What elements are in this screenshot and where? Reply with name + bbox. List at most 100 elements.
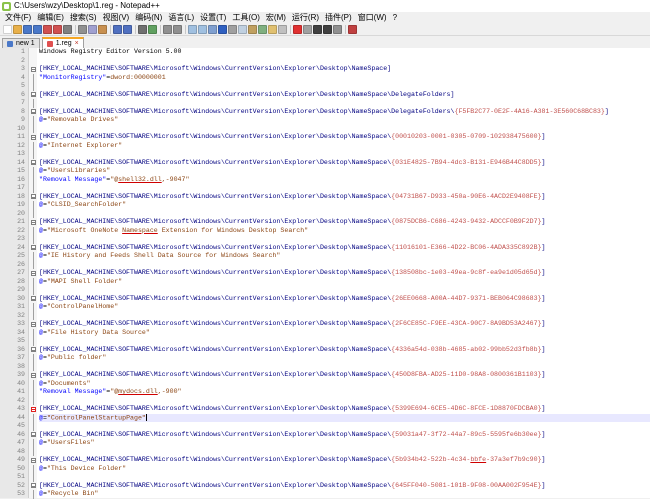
fold-toggle-icon[interactable] [29, 133, 37, 142]
all-chars-icon[interactable] [218, 24, 227, 34]
code-line[interactable]: @="UsersFiles" [39, 439, 650, 448]
menu-plugins[interactable]: 插件(P) [322, 12, 355, 23]
fold-toggle-icon[interactable] [29, 108, 37, 117]
code-line[interactable]: [HKEY_LOCAL_MACHINE\SOFTWARE\Microsoft\W… [39, 431, 650, 440]
play-multiple-icon[interactable] [323, 24, 332, 34]
code-line[interactable]: @="This Device Folder" [39, 465, 650, 474]
code-line[interactable] [39, 397, 650, 406]
code-line[interactable]: @="ControlPanelStartupPage" [39, 413, 650, 422]
code-line[interactable]: [HKEY_LOCAL_MACHINE\SOFTWARE\Microsoft\W… [39, 218, 650, 227]
tab-close-icon[interactable]: × [75, 40, 79, 47]
fold-toggle-icon[interactable] [29, 320, 37, 329]
code-line[interactable]: [HKEY_LOCAL_MACHINE\SOFTWARE\Microsoft\W… [39, 346, 650, 355]
sync-horizontal-icon[interactable] [198, 24, 207, 34]
code-line[interactable]: [HKEY_LOCAL_MACHINE\SOFTWARE\Microsoft\W… [39, 133, 650, 142]
code-line[interactable] [39, 448, 650, 457]
code-line[interactable]: Windows Registry Editor Version 5.00 [39, 48, 650, 57]
code-line[interactable]: [HKEY_LOCAL_MACHINE\SOFTWARE\Microsoft\W… [39, 405, 650, 414]
play-macro-icon[interactable] [313, 24, 322, 34]
code-line[interactable] [39, 99, 650, 108]
fold-toggle-icon[interactable] [29, 91, 37, 100]
find-icon[interactable] [138, 24, 147, 34]
code-line[interactable]: [HKEY_LOCAL_MACHINE\SOFTWARE\Microsoft\W… [39, 320, 650, 329]
sync-vertical-icon[interactable] [188, 24, 197, 34]
word-wrap-icon[interactable] [208, 24, 217, 34]
copy-icon[interactable] [88, 24, 97, 34]
monitor-icon[interactable] [278, 24, 287, 34]
code-line[interactable]: [HKEY_LOCAL_MACHINE\SOFTWARE\Microsoft\W… [39, 193, 650, 202]
code-line[interactable] [39, 261, 650, 270]
tab-new-1[interactable]: new 1 [2, 38, 40, 48]
code-line[interactable]: [HKEY_LOCAL_MACHINE\SOFTWARE\Microsoft\W… [39, 244, 650, 253]
code-line[interactable]: @="Microsoft OneNote Namespace Extension… [39, 227, 650, 236]
code-line[interactable]: @="Internet Explorer" [39, 142, 650, 151]
code-line[interactable]: "MonitorRegistry"=dword:00000001 [39, 74, 650, 83]
menu-settings[interactable]: 设置(T) [197, 12, 229, 23]
code-line[interactable]: [HKEY_LOCAL_MACHINE\SOFTWARE\Microsoft\W… [39, 371, 650, 380]
menu-window[interactable]: 窗口(W) [355, 12, 390, 23]
fold-toggle-icon[interactable] [29, 482, 37, 491]
code-line[interactable] [39, 210, 650, 219]
lang-udl-icon[interactable] [238, 24, 247, 34]
code-line[interactable] [39, 82, 650, 91]
code-line[interactable] [39, 286, 650, 295]
undo-icon[interactable] [113, 24, 122, 34]
code-line[interactable]: "Removal Message"="@mydocs.dll,-900" [39, 388, 650, 397]
code-line[interactable]: [HKEY_LOCAL_MACHINE\SOFTWARE\Microsoft\W… [39, 482, 650, 491]
code-line[interactable]: @="CLSID_SearchFolder" [39, 201, 650, 210]
redo-icon[interactable] [123, 24, 132, 34]
abc-spellcheck-icon[interactable] [348, 24, 357, 34]
fold-toggle-icon[interactable] [29, 218, 37, 227]
close-all-icon[interactable] [53, 24, 62, 34]
menu-tools[interactable]: 工具(O) [229, 12, 263, 23]
code-line[interactable]: @="UsersLibraries" [39, 167, 650, 176]
menu-edit[interactable]: 编辑(E) [34, 12, 67, 23]
fold-toggle-icon[interactable] [29, 431, 37, 440]
replace-icon[interactable] [148, 24, 157, 34]
code-line[interactable] [39, 125, 650, 134]
open-file-icon[interactable] [13, 24, 22, 34]
menu-search[interactable]: 搜索(S) [67, 12, 100, 23]
code-line[interactable]: "Removal Message"="@shell32.dll,-9047" [39, 176, 650, 185]
code-line[interactable]: @="Public folder" [39, 354, 650, 363]
fold-toggle-icon[interactable] [29, 295, 37, 304]
code-line[interactable] [39, 312, 650, 321]
code-line[interactable]: [HKEY_LOCAL_MACHINE\SOFTWARE\Microsoft\W… [39, 295, 650, 304]
menu-view[interactable]: 视图(V) [100, 12, 133, 23]
code-area[interactable]: Windows Registry Editor Version 5.00 [HKE… [37, 48, 650, 498]
fold-toggle-icon[interactable] [29, 405, 37, 414]
stop-record-icon[interactable] [303, 24, 312, 34]
menu-help[interactable]: ? [390, 12, 400, 23]
menu-macro[interactable]: 宏(M) [263, 12, 289, 23]
fold-toggle-icon[interactable] [29, 456, 37, 465]
new-file-icon[interactable] [3, 24, 12, 34]
code-line[interactable] [39, 184, 650, 193]
paste-icon[interactable] [98, 24, 107, 34]
fold-margin[interactable] [29, 48, 37, 499]
menu-file[interactable]: 文件(F) [2, 12, 34, 23]
fold-toggle-icon[interactable] [29, 346, 37, 355]
editor[interactable]: 1 2 3 4 5 6 7 8 9 10 11 12 13 14 15 16 17 18 19 20 21 22 23 24 2… [0, 48, 650, 499]
code-line[interactable]: [HKEY_LOCAL_MACHINE\SOFTWARE\Microsoft\W… [39, 65, 650, 74]
code-line[interactable]: [HKEY_LOCAL_MACHINE\SOFTWARE\Microsoft\W… [39, 159, 650, 168]
function-list-icon[interactable] [258, 24, 267, 34]
code-line[interactable]: @="IE History and Feeds Shell Data Sourc… [39, 252, 650, 261]
fold-toggle-icon[interactable] [29, 244, 37, 253]
tab-1-reg[interactable]: 1.reg × [41, 37, 84, 48]
code-line[interactable] [39, 337, 650, 346]
code-line[interactable]: @="File History Data Source" [39, 329, 650, 338]
code-line[interactable]: [HKEY_LOCAL_MACHINE\SOFTWARE\Microsoft\W… [39, 269, 650, 278]
code-line[interactable]: [HKEY_LOCAL_MACHINE\SOFTWARE\Microsoft\W… [39, 91, 650, 100]
code-line[interactable]: @="Recycle Bin" [39, 490, 650, 498]
close-icon[interactable] [43, 24, 52, 34]
code-line[interactable] [39, 363, 650, 372]
menu-language[interactable]: 语言(L) [165, 12, 197, 23]
save-icon[interactable] [23, 24, 32, 34]
code-line[interactable] [39, 235, 650, 244]
code-line[interactable]: @="MAPI Shell Folder" [39, 278, 650, 287]
doc-map-icon[interactable] [248, 24, 257, 34]
indent-guide-icon[interactable] [228, 24, 237, 34]
fold-toggle-icon[interactable] [29, 159, 37, 168]
code-line[interactable]: @="Documents" [39, 380, 650, 389]
save-macro-icon[interactable] [333, 24, 342, 34]
